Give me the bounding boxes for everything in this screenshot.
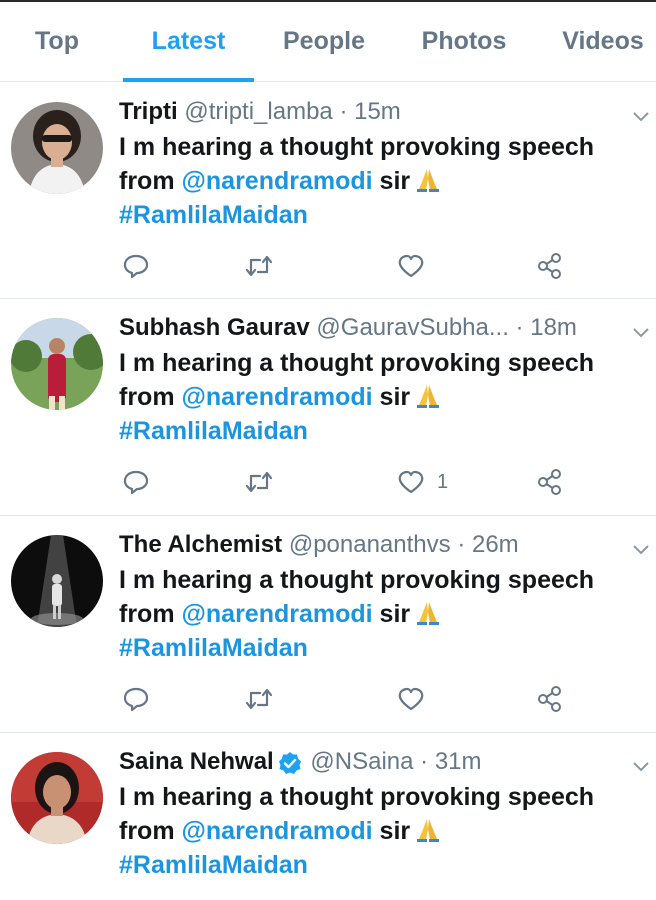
- tweet-text-sir: sir: [379, 817, 411, 845]
- separator-dot: ·: [339, 98, 348, 125]
- reply-button[interactable]: [122, 251, 150, 281]
- tweet-text: I m hearing a thought provoking speech f…: [119, 780, 649, 882]
- chevron-down-icon[interactable]: [632, 543, 650, 557]
- tweet-text-sir: sir: [379, 383, 411, 411]
- like-button[interactable]: [397, 251, 437, 281]
- mention-link[interactable]: @narendramodi: [182, 817, 373, 845]
- avatar[interactable]: [11, 535, 103, 627]
- tab-photos[interactable]: Photos: [410, 2, 518, 81]
- tweet-header: Tripti @tripti_lamba · 15m: [119, 96, 656, 128]
- user-handle[interactable]: @tripti_lamba: [184, 98, 332, 125]
- separator-dot: ·: [420, 748, 429, 775]
- hashtag-link[interactable]: #RamlilaMaidan: [119, 417, 308, 445]
- tweet-text-line: I m hearing a thought provoking speech: [119, 133, 595, 161]
- display-name[interactable]: Subhash Gaurav: [119, 314, 310, 341]
- share-button[interactable]: [536, 251, 564, 281]
- tweet[interactable]: Saina Nehwal @NSaina · 31m I m hearing a…: [0, 732, 656, 900]
- chevron-down-icon[interactable]: [632, 760, 650, 774]
- tab-people[interactable]: People: [268, 2, 380, 81]
- separator-dot: ·: [515, 314, 524, 341]
- reply-icon: [123, 254, 149, 279]
- hashtag-link[interactable]: #RamlilaMaidan: [119, 634, 308, 662]
- heart-icon: [398, 687, 424, 711]
- tab-latest[interactable]: Latest: [130, 2, 247, 81]
- folded-hands-icon: [417, 169, 440, 192]
- retweet-button[interactable]: [244, 251, 274, 281]
- separator-dot: ·: [457, 531, 466, 558]
- retweet-button[interactable]: [244, 467, 274, 497]
- share-icon: [538, 469, 561, 495]
- retweet-button[interactable]: [244, 684, 274, 714]
- tweet[interactable]: Tripti @tripti_lamba · 15m I m hearing a…: [0, 82, 656, 299]
- mention-link[interactable]: @narendramodi: [182, 383, 373, 411]
- like-button[interactable]: 1: [397, 467, 448, 497]
- retweet-icon: [245, 255, 273, 277]
- tweet-text: I m hearing a thought provoking speech f…: [119, 130, 649, 232]
- tweet-text-line: I m hearing a thought provoking speech: [119, 566, 595, 594]
- tweet-text-sir: sir: [379, 600, 411, 628]
- folded-hands-icon: [417, 819, 440, 842]
- timestamp[interactable]: 15m: [354, 98, 401, 125]
- heart-icon: [398, 470, 424, 494]
- like-button[interactable]: [397, 684, 437, 714]
- tweet-text-line: I m hearing a thought provoking speech: [119, 349, 595, 377]
- tweet-text-from: from: [119, 817, 175, 845]
- tweet-text: I m hearing a thought provoking speech f…: [119, 563, 649, 665]
- avatar[interactable]: [11, 752, 103, 844]
- display-name[interactable]: Tripti: [119, 98, 178, 125]
- reply-icon: [123, 687, 149, 712]
- share-icon: [538, 686, 561, 712]
- hashtag-link[interactable]: #RamlilaMaidan: [119, 851, 308, 879]
- hashtag-link[interactable]: #RamlilaMaidan: [119, 201, 308, 229]
- user-handle[interactable]: @GauravSubha...: [316, 314, 508, 341]
- retweet-icon: [245, 688, 273, 710]
- tweet-header: The Alchemist @ponananthvs · 26m: [119, 529, 656, 561]
- tweet-text-from: from: [119, 383, 175, 411]
- timestamp[interactable]: 26m: [472, 531, 519, 558]
- user-handle[interactable]: @NSaina: [310, 748, 413, 775]
- timestamp[interactable]: 18m: [530, 314, 577, 341]
- reply-button[interactable]: [122, 467, 150, 497]
- share-button[interactable]: [536, 684, 564, 714]
- avatar[interactable]: [11, 102, 103, 194]
- tweet-actions: [0, 684, 656, 714]
- tweet-text: I m hearing a thought provoking speech f…: [119, 346, 649, 448]
- reply-button[interactable]: [122, 684, 150, 714]
- mention-link[interactable]: @narendramodi: [182, 167, 373, 195]
- like-count: 1: [437, 470, 449, 493]
- chevron-down-icon[interactable]: [632, 326, 650, 340]
- mention-link[interactable]: @narendramodi: [182, 600, 373, 628]
- heart-icon: [398, 254, 424, 278]
- tweet-text-from: from: [119, 167, 175, 195]
- folded-hands-icon: [417, 385, 440, 408]
- timestamp[interactable]: 31m: [435, 748, 482, 775]
- tweet-header: Saina Nehwal @NSaina · 31m: [119, 746, 656, 778]
- tweet[interactable]: The Alchemist @ponananthvs · 26m I m hea…: [0, 515, 656, 733]
- tweet-text-from: from: [119, 600, 175, 628]
- tweet-actions: [0, 251, 656, 281]
- tweet-actions: 1: [0, 467, 656, 497]
- display-name[interactable]: The Alchemist: [119, 531, 282, 558]
- tweet-text-sir: sir: [379, 167, 411, 195]
- folded-hands-icon: [417, 602, 440, 625]
- avatar[interactable]: [11, 318, 103, 410]
- tweet[interactable]: Subhash Gaurav @GauravSubha... · 18m I m…: [0, 298, 656, 516]
- verified-badge-icon: [278, 751, 301, 774]
- tab-videos[interactable]: Videos: [550, 2, 656, 81]
- retweet-icon: [245, 471, 273, 493]
- tweet-text-line: I m hearing a thought provoking speech: [119, 783, 595, 811]
- display-name[interactable]: Saina Nehwal: [119, 748, 274, 775]
- tab-top[interactable]: Top: [22, 2, 92, 81]
- share-icon: [538, 253, 561, 279]
- share-button[interactable]: [536, 467, 564, 497]
- reply-icon: [123, 470, 149, 495]
- search-tabs: Top Latest People Photos Videos: [0, 2, 656, 82]
- chevron-down-icon[interactable]: [632, 110, 650, 124]
- tweet-header: Subhash Gaurav @GauravSubha... · 18m: [119, 312, 656, 344]
- user-handle[interactable]: @ponananthvs: [289, 531, 451, 558]
